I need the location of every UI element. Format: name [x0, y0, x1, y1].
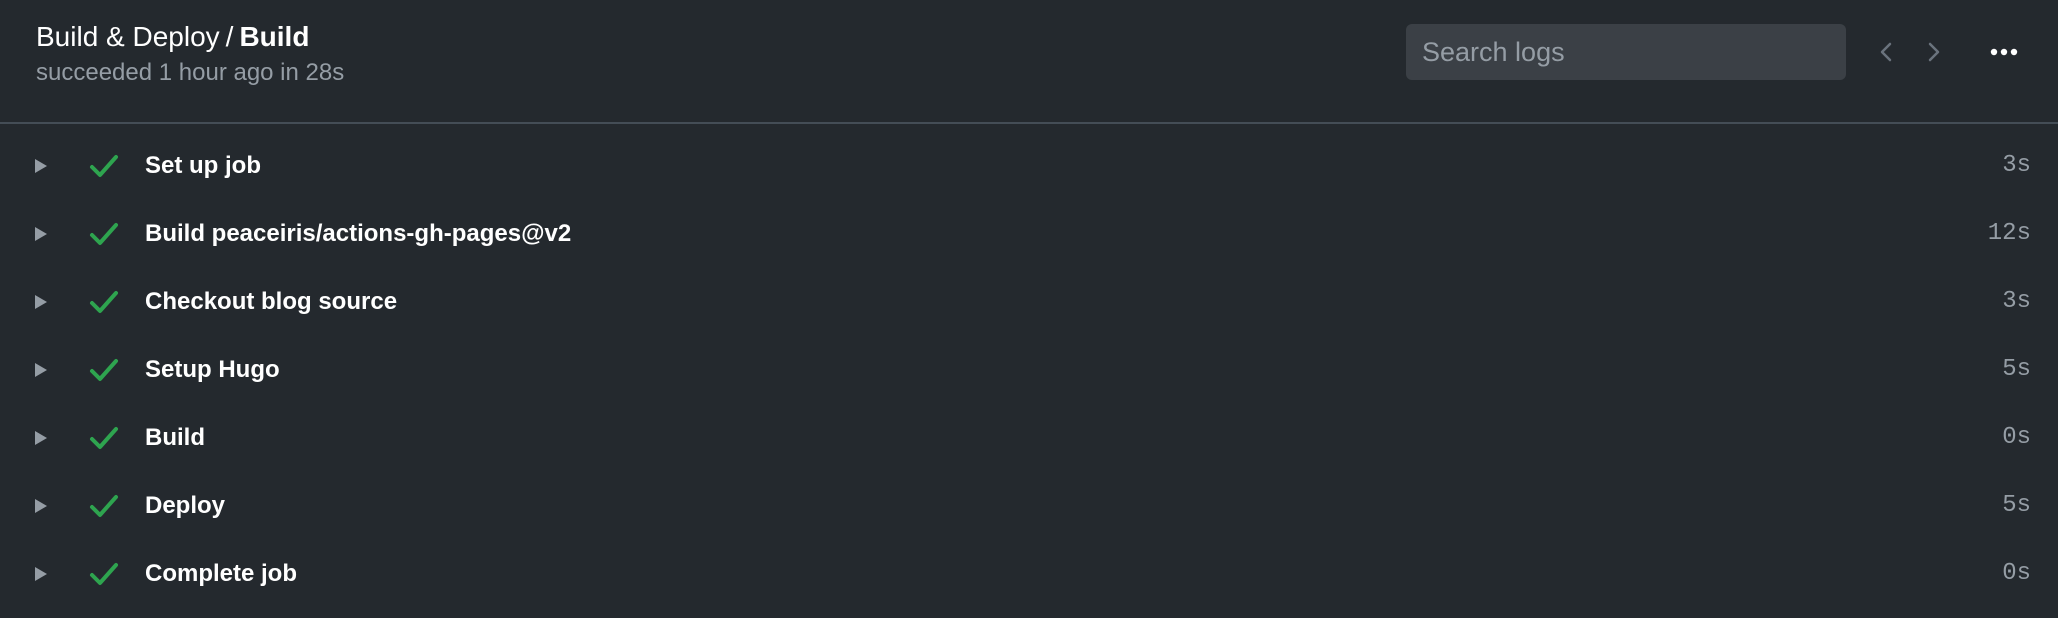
step-name: Complete job: [145, 560, 298, 587]
triangle-right-icon[interactable]: [34, 158, 48, 174]
job-status: succeeded 1 hour ago in 28s: [36, 59, 345, 86]
step-row[interactable]: Build 0s: [0, 404, 2058, 472]
triangle-right-icon[interactable]: [34, 226, 48, 242]
check-icon: [90, 495, 118, 517]
check-icon: [90, 223, 118, 245]
check-icon: [90, 155, 118, 177]
workflow-name[interactable]: Build & Deploy: [36, 21, 220, 52]
step-duration: 0s: [2002, 560, 2031, 587]
search-logs-input[interactable]: [1406, 24, 1846, 80]
check-icon: [90, 359, 118, 381]
step-name: Build peaceiris/actions-gh-pages@v2: [145, 220, 572, 247]
step-row[interactable]: Checkout blog source 3s: [0, 268, 2058, 336]
previous-match-button[interactable]: [1868, 34, 1904, 70]
step-duration: 3s: [2002, 152, 2031, 179]
step-row[interactable]: Complete job 0s: [0, 540, 2058, 608]
breadcrumb-separator: /: [225, 21, 234, 52]
step-row[interactable]: Setup Hugo 5s: [0, 336, 2058, 404]
step-duration: 5s: [2002, 492, 2031, 519]
triangle-right-icon[interactable]: [34, 498, 48, 514]
step-row[interactable]: Deploy 5s: [0, 472, 2058, 540]
step-duration: 12s: [1987, 220, 2031, 247]
chevron-left-icon: [1880, 42, 1892, 62]
step-name: Setup Hugo: [145, 356, 280, 383]
page-title: Build & Deploy / Build: [36, 20, 309, 54]
step-name: Checkout blog source: [145, 288, 398, 315]
step-name: Build: [145, 424, 205, 451]
step-row[interactable]: Set up job 3s: [0, 132, 2058, 200]
chevron-right-icon: [1928, 42, 1940, 62]
step-duration: 0s: [2002, 424, 2031, 451]
kebab-horizontal-icon: [1990, 48, 2018, 56]
check-icon: [90, 291, 118, 313]
step-name: Deploy: [145, 492, 226, 519]
step-row[interactable]: Build peaceiris/actions-gh-pages@v2 12s: [0, 200, 2058, 268]
step-duration: 5s: [2002, 356, 2031, 383]
triangle-right-icon[interactable]: [34, 362, 48, 378]
step-name: Set up job: [145, 152, 261, 179]
step-duration: 3s: [2002, 288, 2031, 315]
triangle-right-icon[interactable]: [34, 566, 48, 582]
steps-list: Set up job 3s Build peaceiris/actions-gh…: [0, 132, 2058, 608]
job-header: Build & Deploy / Build succeeded 1 hour ag…: [0, 0, 2058, 124]
next-match-button[interactable]: [1916, 34, 1952, 70]
triangle-right-icon[interactable]: [34, 294, 48, 310]
check-icon: [90, 427, 118, 449]
more-options-button[interactable]: [1984, 34, 2024, 70]
triangle-right-icon[interactable]: [34, 430, 48, 446]
job-name: Build: [239, 21, 310, 52]
check-icon: [90, 563, 118, 585]
